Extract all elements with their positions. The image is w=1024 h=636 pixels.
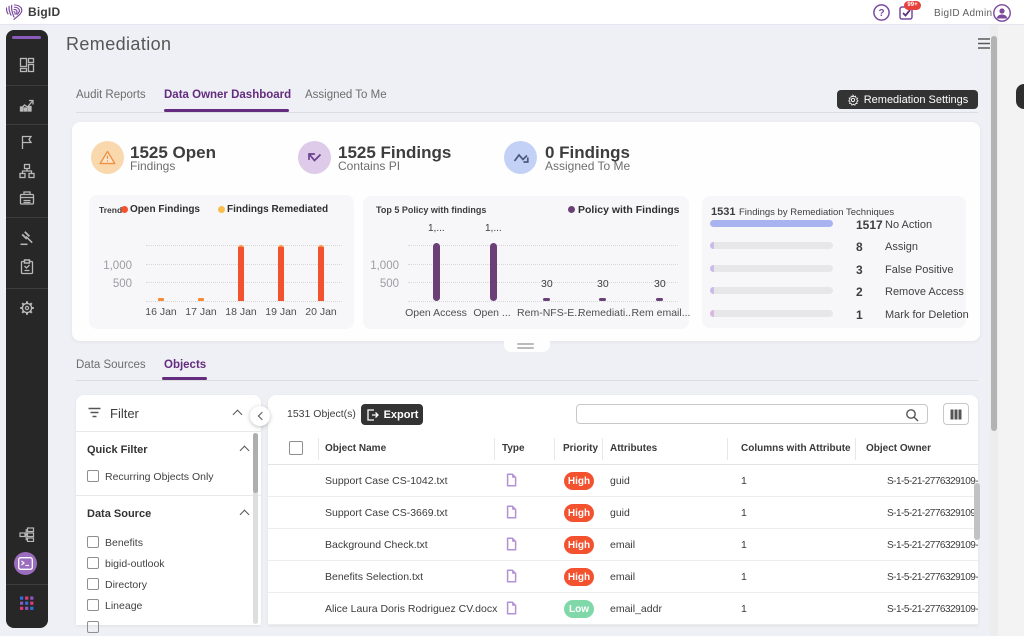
svg-text:?: ? [878, 8, 884, 19]
